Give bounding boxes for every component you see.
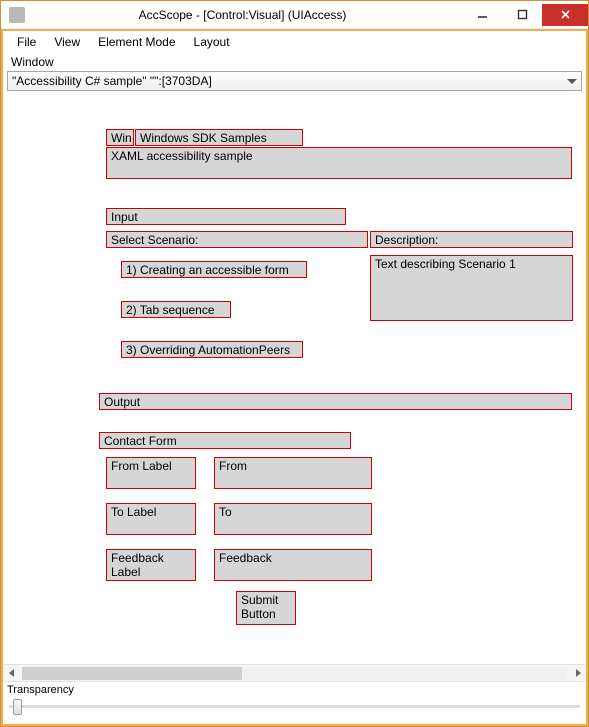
node-to-label[interactable]: To Label <box>106 503 196 535</box>
slider-track <box>9 705 580 708</box>
node-scenario-3[interactable]: 3) Overriding AutomationPeers <box>121 341 303 358</box>
client-area: File View Element Mode Layout Window "Ac… <box>1 29 588 726</box>
window-title: AccScope - [Control:Visual] (UIAccess) <box>31 8 454 22</box>
minimize-button[interactable] <box>462 4 502 26</box>
slider-thumb[interactable] <box>13 699 22 715</box>
scroll-right-button[interactable] <box>569 665 586 682</box>
window-selector-value: "Accessibility C# sample" "":[3703DA] <box>12 74 212 88</box>
node-xaml-sample[interactable]: XAML accessibility sample <box>106 147 572 179</box>
menu-layout[interactable]: Layout <box>194 35 230 49</box>
node-feedback[interactable]: Feedback <box>214 549 372 581</box>
menu-element-mode[interactable]: Element Mode <box>98 35 175 49</box>
menu-bar: File View Element Mode Layout <box>3 31 586 53</box>
visual-canvas[interactable]: Win Windows SDK Samples XAML accessibili… <box>3 95 586 664</box>
app-window: AccScope - [Control:Visual] (UIAccess) F… <box>0 0 589 727</box>
node-select-scenario[interactable]: Select Scenario: <box>106 231 368 248</box>
node-scenario-1[interactable]: 1) Creating an accessible form <box>121 261 307 278</box>
node-windows-sdk-samples[interactable]: Windows SDK Samples <box>135 129 303 146</box>
node-description[interactable]: Description: <box>370 231 573 248</box>
chevron-right-icon <box>574 669 582 677</box>
node-description-text[interactable]: Text describing Scenario 1 <box>370 255 573 321</box>
node-to[interactable]: To <box>214 503 372 535</box>
menu-view[interactable]: View <box>54 35 80 49</box>
node-scenario-2[interactable]: 2) Tab sequence <box>121 301 231 318</box>
chevron-left-icon <box>8 669 16 677</box>
close-button[interactable] <box>542 4 588 26</box>
window-controls <box>462 4 588 26</box>
window-selector-dropdown[interactable]: "Accessibility C# sample" "":[3703DA] <box>7 71 582 91</box>
horizontal-scrollbar[interactable] <box>3 664 586 681</box>
scroll-left-button[interactable] <box>3 665 20 682</box>
node-win[interactable]: Win <box>106 129 134 146</box>
node-output[interactable]: Output <box>99 393 572 410</box>
menu-file[interactable]: File <box>17 35 36 49</box>
node-from[interactable]: From <box>214 457 372 489</box>
node-submit-button[interactable]: Submit Button <box>236 591 296 625</box>
node-input[interactable]: Input <box>106 208 346 225</box>
selector-label: Window <box>3 53 586 69</box>
maximize-button[interactable] <box>502 4 542 26</box>
node-from-label[interactable]: From Label <box>106 457 196 489</box>
minimize-icon <box>477 9 488 20</box>
title-bar: AccScope - [Control:Visual] (UIAccess) <box>1 1 588 29</box>
scroll-thumb[interactable] <box>22 667 242 680</box>
node-feedback-label[interactable]: Feedback Label <box>106 549 196 581</box>
chevron-down-icon <box>567 79 577 84</box>
app-icon <box>9 7 25 23</box>
transparency-slider[interactable] <box>9 696 580 716</box>
selector-row: "Accessibility C# sample" "":[3703DA] <box>3 69 586 95</box>
maximize-icon <box>517 9 528 20</box>
scroll-track[interactable] <box>22 667 567 680</box>
transparency-label: Transparency <box>3 681 586 696</box>
transparency-row <box>3 696 586 724</box>
node-contact-form[interactable]: Contact Form <box>99 432 351 449</box>
close-icon <box>560 9 571 20</box>
